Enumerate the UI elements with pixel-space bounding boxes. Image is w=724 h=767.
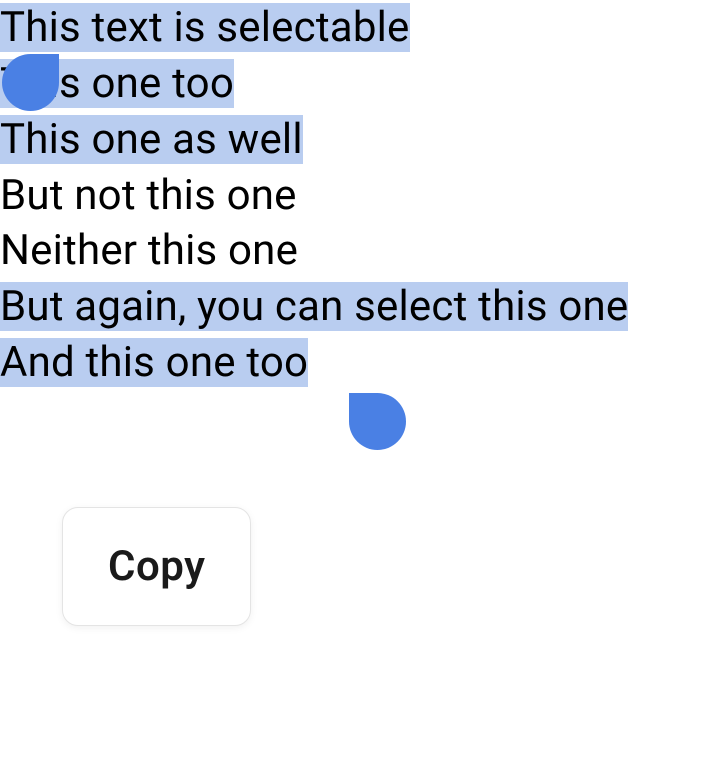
text-line[interactable]: Neither this one: [0, 223, 724, 279]
context-menu: Copy: [62, 507, 251, 626]
text-line[interactable]: This one as well: [0, 112, 724, 168]
text-content: And this one too: [0, 338, 308, 387]
text-line[interactable]: This text is selectable: [0, 0, 724, 56]
text-line[interactable]: But not this one: [0, 168, 724, 224]
selection-start-handle-icon[interactable]: [2, 54, 59, 111]
text-content: But again, you can select this one: [0, 282, 628, 331]
text-line[interactable]: And this one too: [0, 335, 724, 391]
text-content: This one as well: [0, 115, 303, 164]
copy-button[interactable]: Copy: [108, 542, 205, 591]
text-content: But not this one: [0, 171, 297, 220]
text-content: This text is selectable: [0, 3, 410, 52]
text-content: Neither this one: [0, 226, 298, 275]
text-container: This text is selectable This one too Thi…: [0, 0, 724, 391]
text-line[interactable]: But again, you can select this one: [0, 279, 724, 335]
selection-end-handle-icon[interactable]: [349, 393, 406, 450]
text-line[interactable]: This one too: [0, 56, 724, 112]
